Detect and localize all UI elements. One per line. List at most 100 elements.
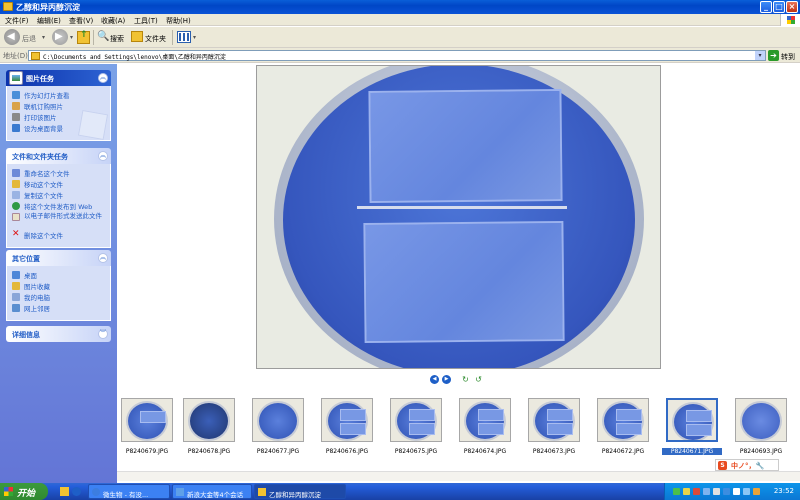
taskbar-item[interactable]: 微生物 - 有没... xyxy=(88,484,170,499)
menu-file[interactable]: 文件(F) xyxy=(5,16,29,26)
network-icon xyxy=(12,304,20,312)
task-order-prints[interactable]: 联机订购照片 xyxy=(12,101,105,112)
tray-icon[interactable] xyxy=(693,488,700,495)
address-dropdown-icon[interactable]: ▾ xyxy=(755,51,765,60)
rotate-clockwise-icon[interactable]: ↻ xyxy=(460,375,471,384)
tray-icon[interactable] xyxy=(723,488,730,495)
menu-view[interactable]: 查看(V) xyxy=(69,16,93,26)
quicklaunch-browser-icon[interactable] xyxy=(72,487,81,496)
views-icon[interactable] xyxy=(177,31,191,43)
go-button[interactable]: ➔ 转到 xyxy=(768,50,798,61)
menu-help[interactable]: 帮助(H) xyxy=(166,16,191,26)
network-tray-icon[interactable] xyxy=(743,488,750,495)
task-publish-web[interactable]: 将这个文件发布到 Web xyxy=(12,201,105,212)
filmstrip-thumbnail[interactable]: P8240679.JPG xyxy=(117,396,177,458)
close-button[interactable]: × xyxy=(786,1,798,13)
other-places-panel: 其它位置 ︽ 桌面 图片收藏 我的电脑 网上邻居 xyxy=(6,250,111,321)
minimize-button[interactable]: _ xyxy=(760,1,772,13)
filmstrip-thumbnail[interactable]: P8240675.JPG xyxy=(386,396,446,458)
place-network[interactable]: 网上邻居 xyxy=(12,303,105,314)
forward-button[interactable]: ▶ xyxy=(52,29,68,45)
filmstrip-thumbnail[interactable]: P8240693.JPG xyxy=(731,396,791,458)
picture-tasks-header[interactable]: 图片任务 ︽ xyxy=(6,70,111,86)
taskbar-item[interactable]: 新浪大金等4个会话 xyxy=(172,484,252,499)
expand-chevron-icon[interactable]: ︾ xyxy=(98,329,108,339)
taskbar-item-active[interactable]: 乙醇和异丙醇沉淀 xyxy=(254,484,346,499)
copy-icon xyxy=(12,191,20,199)
file-tasks-header[interactable]: 文件和文件夹任务 ︽ xyxy=(6,148,111,164)
details-panel: 详细信息 ︾ xyxy=(6,326,111,342)
thumbnail-label: P8240674.JPG xyxy=(463,448,507,455)
task-print[interactable]: 打印该图片 xyxy=(12,112,105,123)
collapse-chevron-icon[interactable]: ︽ xyxy=(98,253,108,263)
folders-icon[interactable] xyxy=(131,31,143,42)
go-label: 转到 xyxy=(781,53,795,61)
task-slideshow[interactable]: 作为幻灯片查看 xyxy=(12,90,105,101)
tray-icon[interactable] xyxy=(683,488,690,495)
tray-icon[interactable] xyxy=(703,488,710,495)
sogou-ime-icon[interactable]: S xyxy=(718,461,727,470)
search-button[interactable]: 搜索 xyxy=(110,34,124,49)
back-label[interactable]: 后退 xyxy=(22,34,36,49)
start-button[interactable]: 开始 xyxy=(0,483,48,500)
place-desktop[interactable]: 桌面 xyxy=(12,270,105,281)
start-label: 开始 xyxy=(17,489,36,499)
forward-dropdown-icon[interactable]: ▾ xyxy=(70,34,73,41)
task-email[interactable]: 以电子邮件形式发送此文件 xyxy=(12,212,105,230)
back-arrow-icon: ◀ xyxy=(7,31,15,42)
menu-tools[interactable]: 工具(T) xyxy=(134,16,158,26)
collapse-chevron-icon[interactable]: ︽ xyxy=(98,151,108,161)
ime-toolbar[interactable]: S 中ノ°，🔧 xyxy=(715,459,779,471)
place-my-computer[interactable]: 我的电脑 xyxy=(12,292,105,303)
task-set-background[interactable]: 设为桌面背景 xyxy=(12,123,105,134)
tray-icon[interactable] xyxy=(673,488,680,495)
tray-icon[interactable] xyxy=(713,488,720,495)
rotate-counterclockwise-icon[interactable]: ↺ xyxy=(473,375,484,384)
horizontal-scrollbar[interactable] xyxy=(117,471,800,481)
image-preview[interactable] xyxy=(256,65,661,369)
thumbnail-label: P8240679.JPG xyxy=(125,448,169,455)
views-dropdown-icon[interactable]: ▾ xyxy=(193,34,196,41)
thumbnail-label: P8240678.JPG xyxy=(187,448,231,455)
taskbar-item-label: 新浪大金等4个会话 xyxy=(187,491,244,499)
quicklaunch-desktop-icon[interactable] xyxy=(60,487,69,496)
task-move[interactable]: 移动这个文件 xyxy=(12,179,105,190)
other-places-header[interactable]: 其它位置 ︽ xyxy=(6,250,111,266)
address-input[interactable]: C:\Documents and Settings\lenovo\桌面\乙醇和异… xyxy=(28,50,766,61)
task-rename[interactable]: 重命名这个文件 xyxy=(12,168,105,179)
clock[interactable]: 23:52 xyxy=(774,487,794,495)
file-tasks-title: 文件和文件夹任务 xyxy=(12,153,68,161)
maximize-button[interactable]: □ xyxy=(773,1,785,13)
next-image-icon[interactable]: ▶ xyxy=(442,375,451,384)
address-path[interactable]: C:\Documents and Settings\lenovo\桌面\乙醇和异… xyxy=(43,52,226,61)
volume-icon[interactable] xyxy=(733,488,740,495)
filmstrip-thumbnail-selected[interactable]: P8240671.JPG xyxy=(662,396,722,458)
details-header[interactable]: 详细信息 ︾ xyxy=(6,326,111,342)
filmstrip-thumbnail[interactable]: P8240672.JPG xyxy=(593,396,653,458)
previous-image-icon[interactable]: ◀ xyxy=(430,375,439,384)
back-dropdown-icon[interactable]: ▾ xyxy=(42,34,45,41)
filmstrip-thumbnail[interactable]: P8240673.JPG xyxy=(524,396,584,458)
up-folder-icon[interactable] xyxy=(77,30,90,44)
filmstrip-thumbnail[interactable]: P8240674.JPG xyxy=(455,396,515,458)
folders-button[interactable]: 文件夹 xyxy=(145,34,166,49)
tray-icon[interactable] xyxy=(753,488,760,495)
menu-edit[interactable]: 编辑(E) xyxy=(37,16,61,26)
menu-favorites[interactable]: 收藏(A) xyxy=(101,16,125,26)
search-icon[interactable]: 🔍 xyxy=(97,31,109,46)
other-places-body: 桌面 图片收藏 我的电脑 网上邻居 xyxy=(6,266,111,321)
back-button[interactable]: ◀ xyxy=(4,29,20,45)
title-bar[interactable]: 乙醇和异丙醇沉淀 _ □ × xyxy=(0,0,800,14)
collapse-chevron-icon[interactable]: ︽ xyxy=(98,73,108,83)
thumbnail-label: P8240671.JPG xyxy=(662,448,722,455)
place-my-pictures[interactable]: 图片收藏 xyxy=(12,281,105,292)
filmstrip-thumbnail[interactable]: P8240678.JPG xyxy=(179,396,239,458)
rename-icon xyxy=(12,169,20,177)
picture-tasks-panel: 图片任务 ︽ 作为幻灯片查看 联机订购照片 打印该图片 设为桌面背景 xyxy=(6,70,111,141)
filmstrip-thumbnail[interactable]: P8240677.JPG xyxy=(248,396,308,458)
ime-mode-text[interactable]: 中ノ°，🔧 xyxy=(731,461,764,471)
file-tasks-panel: 文件和文件夹任务 ︽ 重命名这个文件 移动这个文件 复制这个文件 将这个文件发布… xyxy=(6,148,111,248)
task-delete[interactable]: ✕ 删除这个文件 xyxy=(12,229,105,241)
filmstrip-thumbnail[interactable]: P8240676.JPG xyxy=(317,396,377,458)
task-copy[interactable]: 复制这个文件 xyxy=(12,190,105,201)
